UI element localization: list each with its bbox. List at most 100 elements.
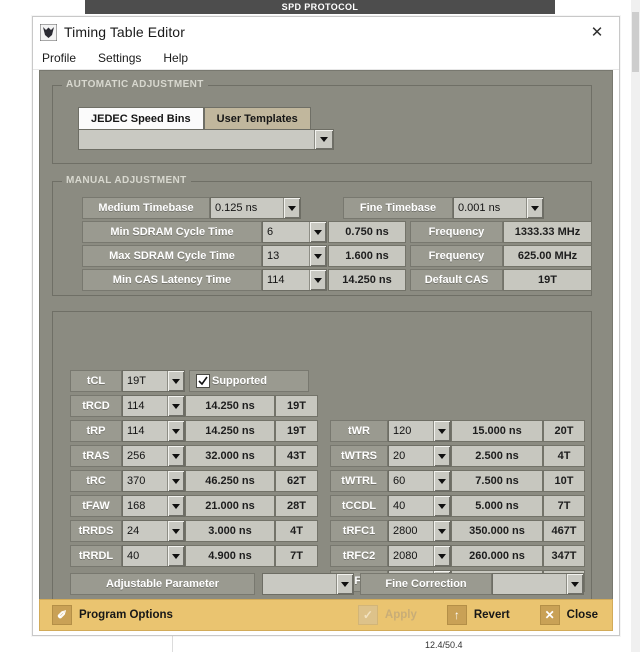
trp-value: 114	[127, 425, 167, 437]
default-cas-value: 19T	[503, 269, 592, 291]
chevron-down-icon	[167, 421, 184, 441]
chevron-down-icon	[167, 546, 184, 566]
twtrl-ns: 7.500 ns	[451, 470, 543, 492]
tras-ticks: 43T	[275, 445, 318, 467]
min-sdram-cycle-time-value: 6	[267, 226, 309, 238]
chevron-down-icon	[283, 198, 300, 218]
twtrs-value: 20	[393, 450, 433, 462]
speed-bin-select[interactable]	[78, 129, 334, 150]
trrds-label: tRRDS	[70, 520, 122, 542]
automatic-adjustment-legend: AUTOMATIC ADJUSTMENT	[62, 79, 208, 90]
tccdl-ticks: 7T	[543, 495, 585, 517]
background-divider-left	[172, 636, 173, 652]
adjustable-parameter-label: Adjustable Parameter	[70, 573, 255, 595]
trrds-ticks: 4T	[275, 520, 318, 542]
fine-correction-label: Fine Correction	[360, 573, 492, 595]
twtrl-label: tWTRL	[330, 470, 388, 492]
background-footer-value: 12.4/50.4	[425, 640, 463, 650]
trfc1-select[interactable]: 2800	[388, 520, 451, 542]
dialog-client-area: AUTOMATIC ADJUSTMENT JEDEC Speed Bins Us…	[39, 70, 613, 628]
trfc2-select[interactable]: 2080	[388, 545, 451, 567]
revert-button[interactable]: ↑ Revert	[447, 605, 510, 625]
chevron-down-icon	[433, 496, 450, 516]
checkmark-icon	[196, 374, 210, 388]
fine-timebase-select[interactable]: 0.001 ns	[453, 197, 544, 219]
apply-button[interactable]: ✓ Apply	[358, 605, 417, 625]
tab-jedec-speed-bins[interactable]: JEDEC Speed Bins	[78, 107, 204, 129]
background-scrollbar[interactable]	[631, 0, 640, 652]
max-sdram-cycle-time-ns: 1.600 ns	[328, 245, 406, 267]
trcd-select[interactable]: 114	[122, 395, 185, 417]
background-scrollbar-thumb[interactable]	[632, 12, 639, 72]
trfc2-label: tRFC2	[330, 545, 388, 567]
tfaw-label: tFAW	[70, 495, 122, 517]
trc-ticks: 62T	[275, 470, 318, 492]
program-options-button[interactable]: ✐ Program Options	[52, 605, 173, 625]
chevron-down-icon	[336, 574, 353, 594]
twtrs-select[interactable]: 20	[388, 445, 451, 467]
tcl-select[interactable]: 19T	[122, 370, 185, 392]
window-close-icon[interactable]: ✕	[575, 17, 619, 47]
twr-label: tWR	[330, 420, 388, 442]
tccdl-label: tCCDL	[330, 495, 388, 517]
trrds-select[interactable]: 24	[122, 520, 185, 542]
twtrs-ticks: 4T	[543, 445, 585, 467]
tfaw-ticks: 28T	[275, 495, 318, 517]
trrdl-select[interactable]: 40	[122, 545, 185, 567]
chevron-down-icon	[309, 246, 326, 266]
chevron-down-icon	[167, 496, 184, 516]
min-sdram-cycle-time-select[interactable]: 6	[262, 221, 327, 243]
fine-timebase-value: 0.001 ns	[458, 202, 526, 214]
trp-select[interactable]: 114	[122, 420, 185, 442]
tras-select[interactable]: 256	[122, 445, 185, 467]
close-x-icon: ✕	[540, 605, 560, 625]
fine-correction-select[interactable]	[492, 573, 584, 595]
trrds-ns: 3.000 ns	[185, 520, 275, 542]
min-frequency-value: 1333.33 MHz	[503, 221, 592, 243]
tcl-supported-checkbox[interactable]: Supported	[189, 370, 309, 392]
revert-label: Revert	[474, 609, 510, 621]
max-frequency-label: Frequency	[410, 245, 503, 267]
max-frequency-value: 625.00 MHz	[503, 245, 592, 267]
menubar: Profile Settings Help	[33, 47, 619, 69]
chevron-down-icon	[433, 546, 450, 566]
tras-label: tRAS	[70, 445, 122, 467]
trcd-label: tRCD	[70, 395, 122, 417]
tfaw-select[interactable]: 168	[122, 495, 185, 517]
menu-profile[interactable]: Profile	[42, 51, 76, 65]
max-sdram-cycle-time-label: Max SDRAM Cycle Time	[82, 245, 262, 267]
twtrl-ticks: 10T	[543, 470, 585, 492]
min-cas-latency-time-label: Min CAS Latency Time	[82, 269, 262, 291]
menu-settings[interactable]: Settings	[98, 51, 141, 65]
max-sdram-cycle-time-select[interactable]: 13	[262, 245, 327, 267]
wrench-icon: ✐	[52, 605, 72, 625]
trc-select[interactable]: 370	[122, 470, 185, 492]
menu-help[interactable]: Help	[163, 51, 188, 65]
tcl-supported-label: Supported	[212, 375, 267, 387]
twr-select[interactable]: 120	[388, 420, 451, 442]
medium-timebase-select[interactable]: 0.125 ns	[210, 197, 301, 219]
tab-user-templates[interactable]: User Templates	[204, 107, 311, 129]
tccdl-select[interactable]: 40	[388, 495, 451, 517]
chevron-down-icon	[526, 198, 543, 218]
trcd-value: 114	[127, 400, 167, 412]
min-cas-latency-time-select[interactable]: 114	[262, 269, 327, 291]
close-button[interactable]: ✕ Close	[540, 605, 598, 625]
twr-ns: 15.000 ns	[451, 420, 543, 442]
twtrl-select[interactable]: 60	[388, 470, 451, 492]
chevron-down-icon	[167, 396, 184, 416]
tras-value: 256	[127, 450, 167, 462]
tcl-label: tCL	[70, 370, 122, 392]
app-icon	[40, 24, 57, 41]
adjustable-parameter-select[interactable]	[262, 573, 354, 595]
trfc1-ns: 350.000 ns	[451, 520, 543, 542]
chevron-down-icon	[167, 446, 184, 466]
manual-adjustment-legend: MANUAL ADJUSTMENT	[62, 175, 191, 186]
trc-ns: 46.250 ns	[185, 470, 275, 492]
program-options-label: Program Options	[79, 609, 173, 621]
min-sdram-cycle-time-label: Min SDRAM Cycle Time	[82, 221, 262, 243]
twtrl-value: 60	[393, 475, 433, 487]
window-titlebar: Timing Table Editor ✕	[33, 17, 619, 47]
trrdl-ticks: 7T	[275, 545, 318, 567]
tccdl-value: 40	[393, 500, 433, 512]
